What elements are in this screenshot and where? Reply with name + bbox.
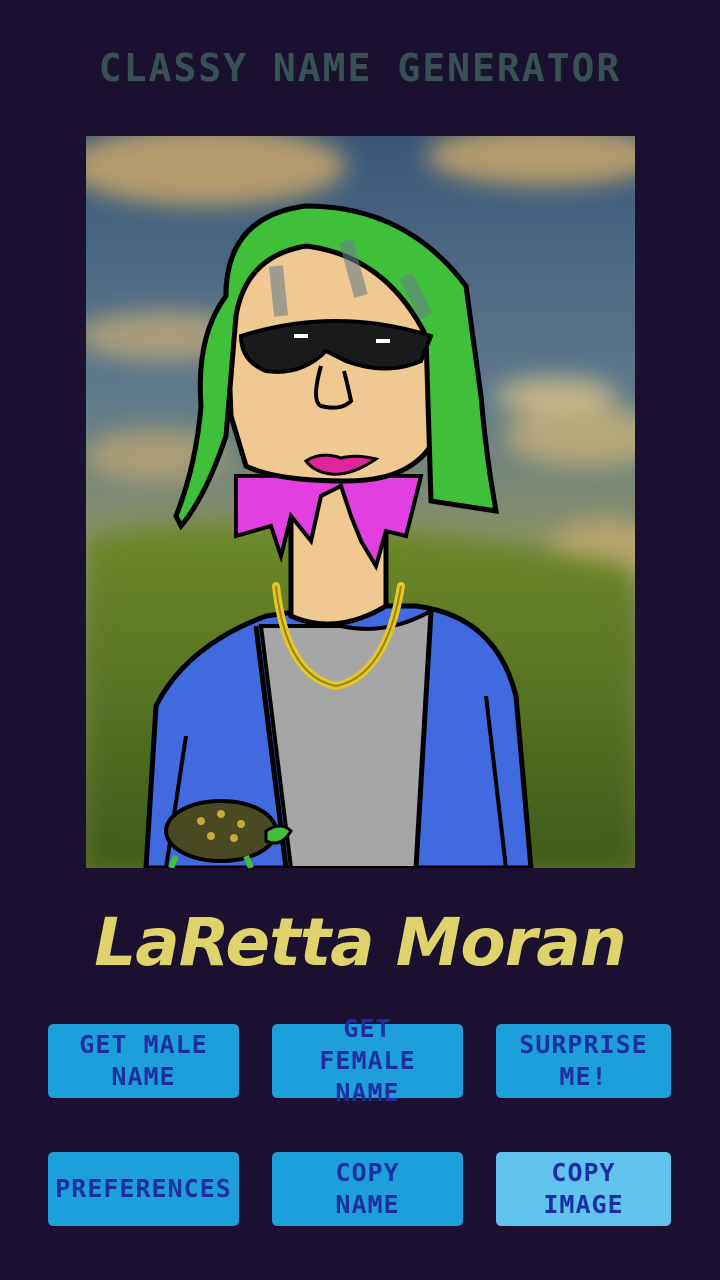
surprise-me-label: SURPRISE ME!	[519, 1030, 648, 1091]
preferences-label: PREFERENCES	[55, 1174, 232, 1203]
copy-name-button[interactable]: COPY NAME	[272, 1152, 463, 1226]
surprise-me-button[interactable]: SURPRISE ME!	[496, 1024, 671, 1098]
get-female-name-label: GET FEMALE NAME	[319, 1014, 416, 1107]
copy-image-label: COPY IMAGE	[543, 1158, 624, 1219]
copy-image-button[interactable]: COPY IMAGE	[496, 1152, 671, 1226]
preferences-button[interactable]: PREFERENCES	[48, 1152, 239, 1226]
app-title: CLASSY NAME GENERATOR	[98, 46, 622, 90]
generated-name: LaRetta Moran	[94, 904, 627, 981]
copy-name-label: COPY NAME	[335, 1158, 400, 1219]
character-portrait	[86, 136, 635, 868]
get-male-name-label: GET MALE NAME	[79, 1030, 208, 1091]
get-male-name-button[interactable]: GET MALE NAME	[48, 1024, 239, 1098]
get-female-name-button[interactable]: GET FEMALE NAME	[272, 1014, 463, 1107]
